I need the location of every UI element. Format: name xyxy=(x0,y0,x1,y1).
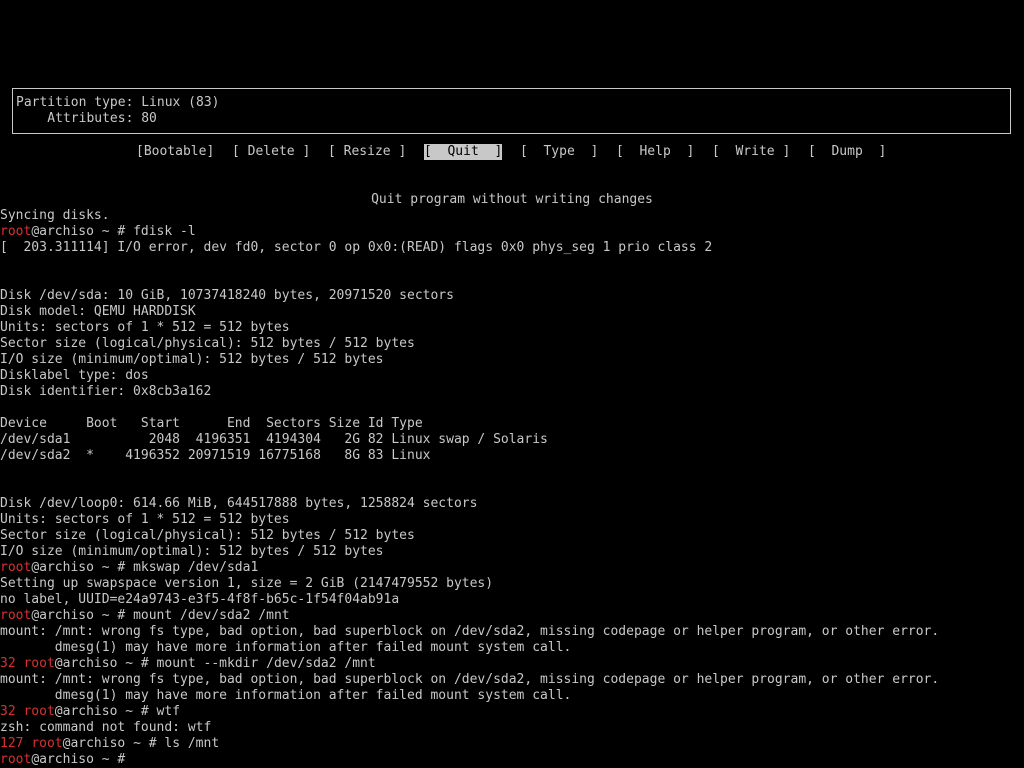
prompt-user: root xyxy=(23,656,55,671)
terminal-output-line: dmesg(1) may have more information after… xyxy=(0,688,572,703)
partition-attributes-text: Attributes: 80 xyxy=(16,111,157,126)
terminal-output-line: Device Boot Start End Sectors Size Id Ty… xyxy=(0,416,423,431)
menu-type-button[interactable]: [ Type ] xyxy=(520,144,598,160)
exit-code: 32 xyxy=(0,656,24,671)
terminal-output-line: mount: /mnt: wrong fs type, bad option, … xyxy=(0,672,940,687)
partition-info-box: Partition type: Linux (83) Attributes: 8… xyxy=(12,88,1011,134)
prompt-user: root xyxy=(31,736,63,751)
prompt-host: @archiso ~ # xyxy=(31,560,134,575)
terminal-output-line: Units: sectors of 1 * 512 = 512 bytes xyxy=(0,320,290,335)
menu-help-button[interactable]: [ Help ] xyxy=(616,144,694,160)
terminal-prompt-line: 32 root@archiso ~ # mount --mkdir /dev/s… xyxy=(0,656,376,672)
terminal-output-line: I/O size (minimum/optimal): 512 bytes / … xyxy=(0,352,384,367)
terminal-prompt-line: 127 root@archiso ~ # ls /mnt xyxy=(0,736,219,752)
command-text: mkswap /dev/sda1 xyxy=(133,560,259,575)
menu-description: Quit program without writing changes xyxy=(371,192,653,207)
terminal-output-line: Disklabel type: dos xyxy=(0,368,149,383)
command-text: fdisk -l xyxy=(133,224,196,239)
terminal-prompt-line: root@archiso ~ # fdisk -l xyxy=(0,224,196,240)
prompt-user: root xyxy=(0,560,32,575)
exit-code: 127 xyxy=(0,736,32,751)
terminal-output-line: /dev/sda1 2048 4196351 4194304 2G 82 Lin… xyxy=(0,432,548,447)
command-text: mount /dev/sda2 /mnt xyxy=(133,608,290,623)
prompt-user: root xyxy=(0,224,32,239)
terminal-prompt-line: root@archiso ~ # mount /dev/sda2 /mnt xyxy=(0,608,290,624)
prompt-user: root xyxy=(23,704,55,719)
command-text: wtf xyxy=(156,704,181,719)
terminal-output-line: Syncing disks. xyxy=(0,208,110,223)
menu-dump-button[interactable]: [ Dump ] xyxy=(808,144,886,160)
fdisk-action-menu: [Bootable] [ Delete ] [ Resize ] [ Quit … xyxy=(0,144,1024,160)
menu-write-button[interactable]: [ Write ] xyxy=(712,144,790,160)
terminal-prompt-line: root@archiso ~ # xyxy=(0,752,133,768)
prompt-user: root xyxy=(0,752,32,767)
prompt-host: @archiso ~ # xyxy=(31,752,134,767)
prompt-user: root xyxy=(0,608,32,623)
terminal-output-line: Disk identifier: 0x8cb3a162 xyxy=(0,384,212,399)
terminal-output-line: Disk /dev/sda: 10 GiB, 10737418240 bytes… xyxy=(0,288,454,303)
terminal-output-line: zsh: command not found: wtf xyxy=(0,720,212,735)
menu-bootable-button[interactable]: [Bootable] xyxy=(136,144,214,160)
terminal-output-line: I/O size (minimum/optimal): 512 bytes / … xyxy=(0,544,384,559)
menu-quit-button[interactable]: [ Quit ] xyxy=(424,144,503,160)
prompt-host: @archiso ~ # xyxy=(31,608,134,623)
prompt-host: @archiso ~ # xyxy=(62,736,165,751)
terminal-output-line: Sector size (logical/physical): 512 byte… xyxy=(0,336,415,351)
terminal-output-line: dmesg(1) may have more information after… xyxy=(0,640,572,655)
terminal-output-line: Disk /dev/loop0: 614.66 MiB, 644517888 b… xyxy=(0,496,478,511)
partition-type-text: Partition type: Linux (83) xyxy=(16,95,220,110)
terminal-output-line: Setting up swapspace version 1, size = 2… xyxy=(0,576,494,591)
terminal-output-line: Disk model: QEMU HARDDISK xyxy=(0,304,196,319)
prompt-host: @archiso ~ # xyxy=(31,224,134,239)
terminal-output-line: no label, UUID=e24a9743-e3f5-4f8f-b65c-1… xyxy=(0,592,400,607)
terminal-output-line: [ 203.311114] I/O error, dev fd0, sector… xyxy=(0,240,713,255)
terminal-output-line: Units: sectors of 1 * 512 = 512 bytes xyxy=(0,512,290,527)
command-text: mount --mkdir /dev/sda2 /mnt xyxy=(156,656,376,671)
terminal-output-line: Sector size (logical/physical): 512 byte… xyxy=(0,528,415,543)
terminal-output-line: /dev/sda2 * 4196352 20971519 16775168 8G… xyxy=(0,448,431,463)
exit-code: 32 xyxy=(0,704,24,719)
terminal-prompt-line: root@archiso ~ # mkswap /dev/sda1 xyxy=(0,560,258,576)
terminal-prompt-line: 32 root@archiso ~ # wtf xyxy=(0,704,180,720)
menu-delete-button[interactable]: [ Delete ] xyxy=(232,144,310,160)
prompt-host: @archiso ~ # xyxy=(54,656,157,671)
terminal-output-line: mount: /mnt: wrong fs type, bad option, … xyxy=(0,624,940,639)
command-text: ls /mnt xyxy=(164,736,220,751)
prompt-host: @archiso ~ # xyxy=(54,704,157,719)
menu-resize-button[interactable]: [ Resize ] xyxy=(328,144,406,160)
